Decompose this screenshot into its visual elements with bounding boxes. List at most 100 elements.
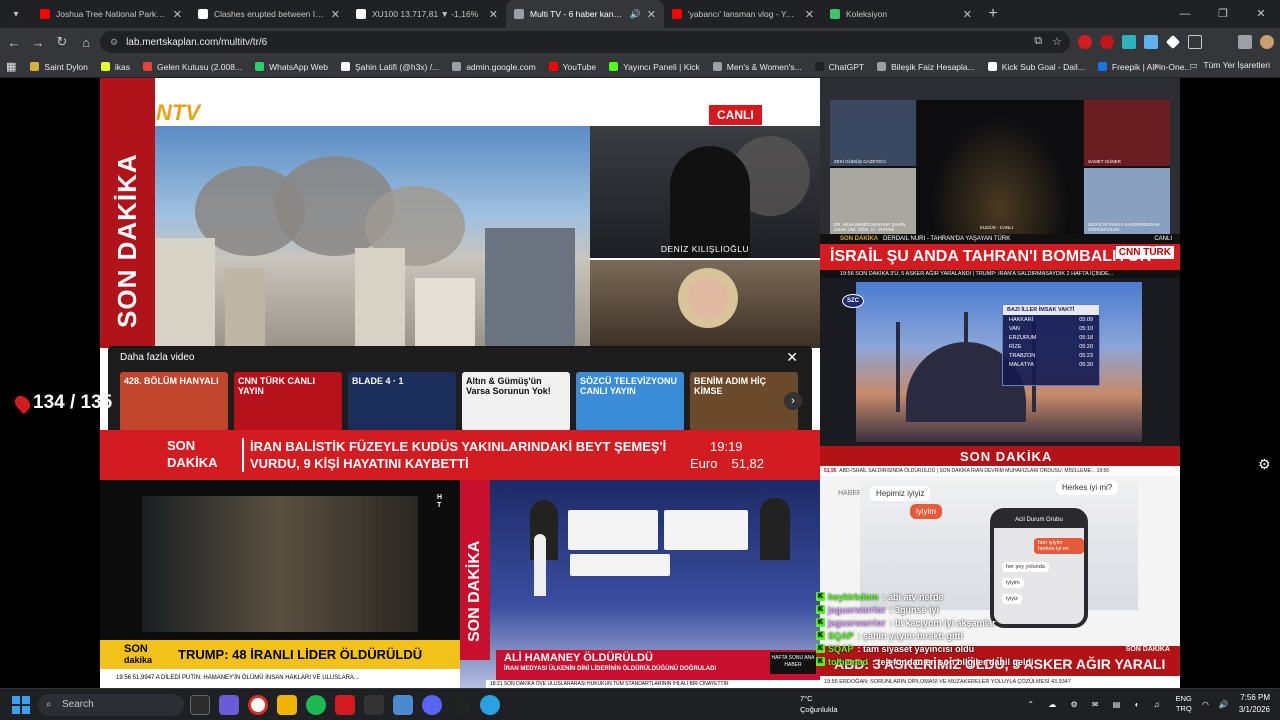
- browser-tab[interactable]: XU100 13.717,81 ▼ -1,16% ✕: [348, 0, 506, 28]
- windows-taskbar: ⌕ Search 7°C Çoğunlukla ⌃ ☁ ⚙ ✉ ▤ ◐ ♫ ENG T…: [0, 688, 1280, 720]
- app-icon[interactable]: [393, 695, 413, 715]
- video-thumbnail[interactable]: SÖZCÜ TELEVİZYONU CANLI YAYIN: [576, 372, 684, 431]
- app-icon[interactable]: [451, 695, 471, 715]
- video-thumbnail[interactable]: Altın & Gümüş'ün Varsa Sorunun Yok!: [462, 372, 570, 431]
- install-app-icon[interactable]: ⧉: [1034, 35, 1042, 48]
- video-thumbnail[interactable]: BENİM ADIM HİÇ KİMSE: [690, 372, 798, 431]
- tab-close-icon[interactable]: ✕: [647, 8, 656, 21]
- extension-icon[interactable]: [1165, 34, 1181, 50]
- bookmark-item[interactable]: Men's & Women's...: [712, 61, 802, 72]
- language-indicator[interactable]: ENG TRQ: [1176, 694, 1192, 714]
- bookmark-label: Men's & Women's...: [726, 61, 802, 72]
- bookmark-item[interactable]: Bileşik Faiz Hesapla...: [877, 62, 975, 72]
- app-icon[interactable]: [364, 695, 384, 715]
- bookmark-star-icon[interactable]: ☆: [1052, 35, 1062, 48]
- new-tab-button[interactable]: +: [980, 5, 1006, 23]
- tab-search-button[interactable]: ▾: [4, 2, 28, 26]
- bookmark-favicon-icon: [814, 62, 824, 71]
- bookmark-item[interactable]: Şahin Latifi (@h3x) /...: [340, 62, 439, 72]
- bookmark-item[interactable]: Saint Dylon: [30, 62, 88, 72]
- profile-avatar[interactable]: [1260, 35, 1274, 49]
- tab-title: Joshua Tree National Park 4K S...: [56, 9, 167, 19]
- taskbar-search[interactable]: ⌕ Search: [38, 694, 184, 716]
- tab-close-icon[interactable]: ✕: [963, 8, 972, 21]
- extensions-puzzle-icon[interactable]: [1188, 35, 1202, 49]
- wifi-icon[interactable]: ◠: [1202, 700, 1209, 709]
- maximize-icon[interactable]: ❐: [1204, 0, 1242, 28]
- breaking-label: SON DAKİKA: [167, 438, 218, 470]
- bookmark-item[interactable]: Gelen Kutusu (2.008...: [143, 62, 242, 72]
- bookmark-item[interactable]: ChatGPT: [814, 62, 864, 72]
- bookmark-item[interactable]: ikas: [100, 61, 130, 72]
- extension-icon[interactable]: [1100, 35, 1114, 49]
- tab-close-icon[interactable]: ✕: [331, 8, 340, 21]
- reading-list-icon[interactable]: [1238, 35, 1252, 49]
- spotify-icon[interactable]: [306, 695, 326, 715]
- chrome-icon[interactable]: [248, 695, 268, 715]
- bookmark-item[interactable]: WhatsApp Web: [255, 62, 328, 72]
- tray-icons[interactable]: ⌃ ☁ ⚙ ✉ ▤ ◐ ♫: [1027, 700, 1165, 709]
- windows-start-icon[interactable]: [12, 696, 30, 714]
- audio-playing-icon[interactable]: 🔊: [630, 9, 641, 20]
- bookmark-item[interactable]: admin.google.com: [452, 61, 536, 72]
- tab-close-icon[interactable]: ✕: [173, 8, 182, 21]
- browser-tab[interactable]: Multi TV - 6 haber kanalını... 🔊 ✕: [506, 0, 664, 28]
- video-thumbnail[interactable]: CNN TÜRK CANLI YAYIN: [234, 372, 342, 431]
- apps-grid-icon[interactable]: ▦: [6, 60, 16, 73]
- video-thumbnail[interactable]: 428. BÖLÜM HANYALI: [120, 372, 228, 431]
- app-icon[interactable]: [335, 695, 355, 715]
- discord-icon[interactable]: [422, 695, 442, 715]
- forward-icon[interactable]: →: [26, 35, 50, 50]
- back-icon[interactable]: ←: [2, 35, 26, 50]
- chevron-right-icon[interactable]: ›: [784, 392, 802, 410]
- bookmark-favicon-icon: [30, 62, 40, 71]
- bookmark-label: Kick Sub Goal - Dail...: [1001, 61, 1085, 72]
- chat-message: Kheykirkdom: abi atv nerde: [816, 591, 944, 602]
- bookmark-item[interactable]: YouTube: [548, 62, 596, 72]
- weather-widget[interactable]: 7°C Çoğunlukla: [800, 693, 838, 715]
- gear-icon[interactable]: ⚙: [1258, 456, 1271, 473]
- close-icon[interactable]: ✕: [1242, 0, 1280, 28]
- ntv-player[interactable]: SON DAKİKA NTV CANLI DENİZ KILIŞLIOĞLU D…: [100, 78, 820, 480]
- tab-favicon-icon: [672, 9, 682, 19]
- tab-close-icon[interactable]: ✕: [805, 8, 814, 21]
- bookmark-favicon-icon: [340, 62, 350, 71]
- bookmark-item[interactable]: Kick Sub Goal - Dail...: [987, 61, 1085, 72]
- sozcu-player[interactable]: SZC BAZI İLLER İMSAK VAKTİ HAKKARİ 05:09 V…: [820, 278, 1180, 446]
- browser-tab[interactable]: Joshua Tree National Park 4K S... ✕: [32, 0, 190, 28]
- site-info-icon[interactable]: ⚙: [110, 37, 118, 48]
- chat-message: Kjaguarwarrior: 3günse iyi: [816, 604, 940, 615]
- all-bookmarks[interactable]: » ▭ Tüm Yer İşaretleri: [1155, 60, 1270, 71]
- browser-tab[interactable]: Clashes erupted between Iraqi... ✕: [190, 0, 348, 28]
- bookmark-item[interactable]: Yayıncı Paneli | Kick: [609, 62, 700, 72]
- bookmark-label: Yayıncı Paneli | Kick: [623, 61, 700, 72]
- app-icon[interactable]: [480, 695, 500, 715]
- bookmark-label: admin.google.com: [466, 61, 536, 72]
- panelist-feed: ZEKİ GÜMÜŞ GAZETECİ: [830, 100, 916, 166]
- browser-tab[interactable]: Koleksiyon ✕: [822, 0, 980, 28]
- cnn-turk-player[interactable]: ZEKİ GÜMÜŞ GAZETECİ DR. MUHAMMED MAZHAR …: [820, 78, 1180, 278]
- volume-icon[interactable]: 🔊: [1219, 700, 1229, 709]
- extension-icon[interactable]: [1144, 35, 1158, 49]
- bookmark-label: ikas: [114, 61, 130, 72]
- home-icon[interactable]: ⌂: [74, 35, 98, 50]
- file-explorer-icon[interactable]: [277, 695, 297, 715]
- browser-tab[interactable]: 'yabancı' lansman vlog - YouTub... ✕: [664, 0, 822, 28]
- copilot-icon[interactable]: [219, 695, 239, 715]
- video-thumbnail[interactable]: BLADE 4 · 1: [348, 372, 456, 431]
- minimize-icon[interactable]: —: [1166, 0, 1204, 28]
- extension-icon[interactable]: [1122, 35, 1136, 49]
- bookmark-favicon-icon: [609, 62, 619, 71]
- browser-toolbar: ← → ↻ ⌂ ⚙ lab.mertskaplan.com/multitv/tr…: [0, 28, 1280, 56]
- task-view-icon[interactable]: [190, 695, 210, 715]
- imsak-row: MALATYA 05:30: [1009, 361, 1093, 368]
- tab-close-icon[interactable]: ✕: [489, 8, 498, 21]
- reload-icon[interactable]: ↻: [50, 34, 74, 50]
- clock[interactable]: 7:56 PM 3/1/2026: [1239, 692, 1270, 716]
- close-icon[interactable]: ✕: [786, 349, 798, 366]
- address-bar[interactable]: ⚙ lab.mertskaplan.com/multitv/tr/6 ⧉ ☆: [100, 31, 1070, 53]
- halk-tv-player[interactable]: SON DAKİKA ALİ HAMANEY ÖLDÜRÜLDÜ İRAN ME…: [460, 480, 820, 688]
- bookmarks-more-icon[interactable]: »: [1155, 60, 1160, 71]
- extension-icon[interactable]: [1078, 35, 1092, 49]
- dark-player[interactable]: HT: [100, 480, 460, 640]
